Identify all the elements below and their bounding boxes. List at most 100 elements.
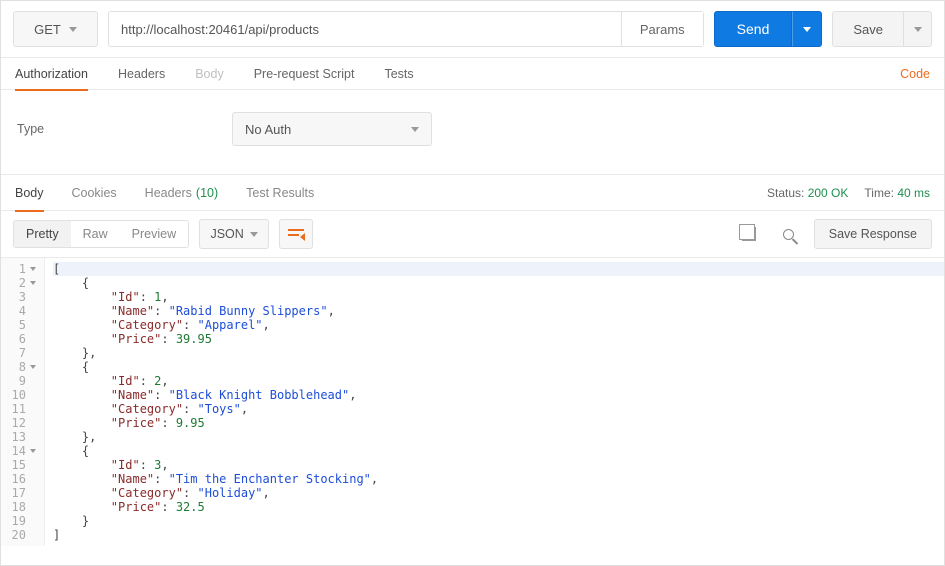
code-line: }, bbox=[53, 430, 944, 444]
line-number: 15 bbox=[1, 458, 40, 472]
line-number[interactable]: 1 bbox=[1, 262, 40, 276]
line-number: 6 bbox=[1, 332, 40, 346]
http-method-value: GET bbox=[34, 22, 61, 37]
code-line: "Id": 2, bbox=[53, 374, 944, 388]
line-number: 7 bbox=[1, 346, 40, 360]
line-number: 10 bbox=[1, 388, 40, 402]
resp-headers-count: (10) bbox=[196, 186, 218, 200]
line-number-gutter: 1234567891011121314151617181920 bbox=[1, 258, 45, 546]
chevron-down-icon bbox=[914, 27, 922, 32]
format-value: JSON bbox=[210, 227, 243, 241]
code-line: [ bbox=[53, 262, 944, 276]
resp-tab-headers[interactable]: Headers (10) bbox=[145, 175, 218, 211]
code-line: { bbox=[53, 444, 944, 458]
status-value: 200 OK bbox=[808, 186, 849, 200]
view-mode-preview[interactable]: Preview bbox=[120, 221, 188, 247]
code-line: "Id": 1, bbox=[53, 290, 944, 304]
time-value: 40 ms bbox=[897, 186, 930, 200]
line-number[interactable]: 2 bbox=[1, 276, 40, 290]
search-icon bbox=[783, 229, 794, 240]
code-line: "Price": 32.5 bbox=[53, 500, 944, 514]
auth-type-value: No Auth bbox=[245, 122, 291, 137]
send-dropdown[interactable] bbox=[792, 11, 822, 47]
view-mode-pretty[interactable]: Pretty bbox=[14, 221, 71, 247]
response-status-area: Status: 200 OK Time: 40 ms bbox=[767, 186, 930, 200]
auth-type-select[interactable]: No Auth bbox=[232, 112, 432, 146]
view-mode-raw[interactable]: Raw bbox=[71, 221, 120, 247]
auth-panel: Type No Auth bbox=[1, 90, 944, 175]
line-number: 17 bbox=[1, 486, 40, 500]
code-content[interactable]: [ { "Id": 1, "Name": "Rabid Bunny Slippe… bbox=[45, 258, 944, 546]
copy-button[interactable] bbox=[734, 219, 764, 249]
status-label: Status: 200 OK bbox=[767, 186, 848, 200]
fold-icon[interactable] bbox=[30, 449, 36, 453]
code-line: "Id": 3, bbox=[53, 458, 944, 472]
resp-tab-cookies[interactable]: Cookies bbox=[72, 175, 117, 211]
url-input[interactable] bbox=[109, 22, 621, 37]
response-body-viewer: 1234567891011121314151617181920 [ { "Id"… bbox=[1, 258, 944, 546]
line-number[interactable]: 14 bbox=[1, 444, 40, 458]
line-number: 20 bbox=[1, 528, 40, 542]
code-line: "Price": 39.95 bbox=[53, 332, 944, 346]
viewer-toolbar: Pretty Raw Preview JSON Save Response bbox=[1, 211, 944, 258]
code-line: { bbox=[53, 276, 944, 290]
line-number: 9 bbox=[1, 374, 40, 388]
search-button[interactable] bbox=[774, 219, 804, 249]
line-number: 12 bbox=[1, 416, 40, 430]
resp-tab-headers-label: Headers bbox=[145, 186, 192, 200]
format-select[interactable]: JSON bbox=[199, 219, 269, 249]
code-line: } bbox=[53, 514, 944, 528]
line-number: 3 bbox=[1, 290, 40, 304]
request-bar: GET Params Send Save bbox=[1, 1, 944, 58]
tab-tests[interactable]: Tests bbox=[384, 58, 413, 90]
line-number: 11 bbox=[1, 402, 40, 416]
save-button[interactable]: Save bbox=[832, 11, 904, 47]
line-number: 18 bbox=[1, 500, 40, 514]
save-dropdown[interactable] bbox=[904, 11, 932, 47]
view-mode-group: Pretty Raw Preview bbox=[13, 220, 189, 248]
chevron-down-icon bbox=[250, 232, 258, 237]
time-label: Time: 40 ms bbox=[864, 186, 930, 200]
send-button[interactable]: Send bbox=[714, 11, 793, 47]
send-group: Send bbox=[714, 11, 823, 47]
chevron-down-icon bbox=[411, 127, 419, 132]
fold-icon[interactable] bbox=[30, 365, 36, 369]
line-number: 5 bbox=[1, 318, 40, 332]
code-line: "Category": "Apparel", bbox=[53, 318, 944, 332]
code-line: { bbox=[53, 360, 944, 374]
tab-headers[interactable]: Headers bbox=[118, 58, 165, 90]
tab-authorization[interactable]: Authorization bbox=[15, 58, 88, 90]
code-line: "Name": "Rabid Bunny Slippers", bbox=[53, 304, 944, 318]
line-number: 13 bbox=[1, 430, 40, 444]
code-line: "Name": "Black Knight Bobblehead", bbox=[53, 388, 944, 402]
tab-body[interactable]: Body bbox=[195, 58, 224, 90]
auth-type-label: Type bbox=[17, 122, 232, 136]
copy-icon bbox=[742, 227, 756, 241]
line-number: 19 bbox=[1, 514, 40, 528]
fold-icon[interactable] bbox=[30, 267, 36, 271]
tab-prerequest[interactable]: Pre-request Script bbox=[254, 58, 355, 90]
url-wrap: Params bbox=[108, 11, 704, 47]
request-tabs: Authorization Headers Body Pre-request S… bbox=[1, 58, 944, 90]
line-number: 16 bbox=[1, 472, 40, 486]
http-method-select[interactable]: GET bbox=[13, 11, 98, 47]
wrap-lines-button[interactable] bbox=[279, 219, 313, 249]
resp-tab-tests[interactable]: Test Results bbox=[246, 175, 314, 211]
chevron-down-icon bbox=[69, 27, 77, 32]
code-line: "Category": "Toys", bbox=[53, 402, 944, 416]
chevron-down-icon bbox=[803, 27, 811, 32]
code-line: "Price": 9.95 bbox=[53, 416, 944, 430]
line-number: 4 bbox=[1, 304, 40, 318]
wrap-icon bbox=[288, 227, 304, 241]
params-button[interactable]: Params bbox=[621, 12, 703, 46]
save-group: Save bbox=[832, 11, 932, 47]
response-tabs: Body Cookies Headers (10) Test Results S… bbox=[1, 175, 944, 211]
code-line: ] bbox=[53, 528, 944, 542]
code-line: "Category": "Holiday", bbox=[53, 486, 944, 500]
line-number[interactable]: 8 bbox=[1, 360, 40, 374]
code-line: }, bbox=[53, 346, 944, 360]
resp-tab-body[interactable]: Body bbox=[15, 175, 44, 211]
fold-icon[interactable] bbox=[30, 281, 36, 285]
save-response-button[interactable]: Save Response bbox=[814, 219, 932, 249]
code-link[interactable]: Code bbox=[900, 67, 930, 81]
